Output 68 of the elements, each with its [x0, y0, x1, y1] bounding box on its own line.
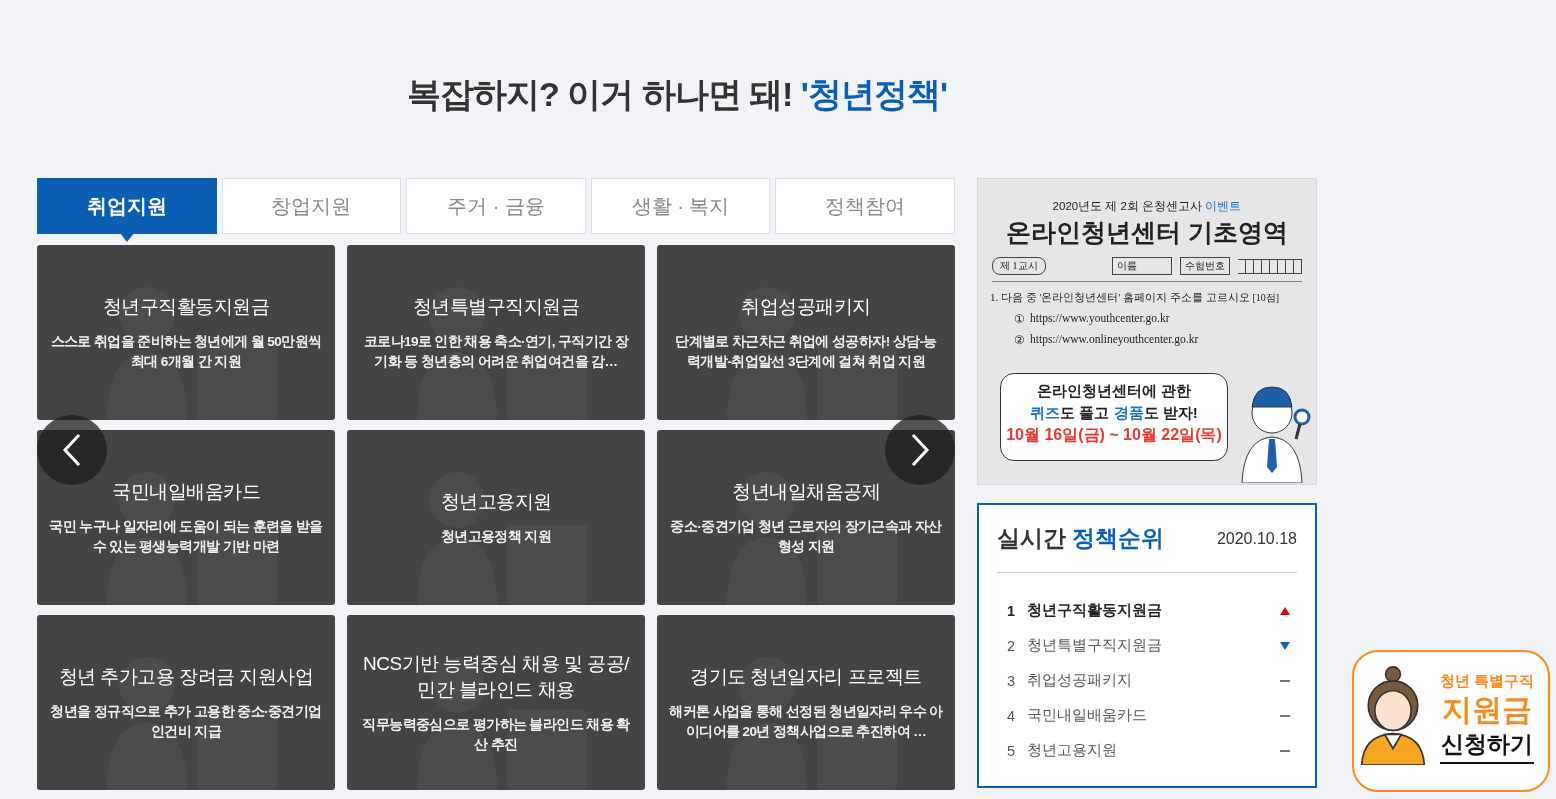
event-dates: 10월 16일(금) ~ 10월 22일(목)	[1005, 425, 1223, 445]
policy-card[interactable]: 청년고용지원 청년고용정책 지원	[347, 430, 645, 605]
policy-card[interactable]: 청년구직활동지원금 스스로 취업을 준비하는 청년에게 월 50만원씩 최대 6개월 간 지원	[37, 245, 335, 420]
no-change-icon	[1280, 749, 1290, 752]
exam-period-label: 제 1교시	[992, 257, 1046, 275]
policy-link[interactable]: 취업성공패키지	[1027, 671, 1132, 690]
rank-number: 5	[1007, 742, 1017, 759]
card-title: NCS기반 능력중심 채용 및 공공/민간 블라인드 채용	[362, 651, 631, 702]
card-description: 스스로 취업을 준비하는 청년에게 월 50만원씩 최대 6개월 간 지원	[49, 332, 323, 371]
policy-card[interactable]: 청년내일채움공제 중소·중견기업 청년 근로자의 장기근속과 자산형성 지원	[657, 430, 955, 605]
policy-link[interactable]: 청년구직활동지원금	[1027, 601, 1162, 620]
card-description: 국민 누구나 일자리에 도움이 되는 훈련을 받을 수 있는 평생능력개발 기반 마련	[49, 517, 323, 556]
rank-number: 1	[1007, 602, 1017, 619]
card-title: 청년특별구직지원금	[412, 294, 580, 319]
card-description: 청년고용정책 지원	[440, 527, 552, 546]
category-tab[interactable]: 주거 · 금융	[406, 178, 586, 234]
rank-number: 3	[1007, 672, 1017, 689]
policy-link[interactable]: 국민내일배움카드	[1027, 706, 1147, 725]
number-grid-icon	[1238, 258, 1302, 274]
card-title: 경기도 청년일자리 프로젝트	[690, 664, 922, 689]
policy-card[interactable]: 국민내일배움카드 국민 누구나 일자리에 도움이 되는 훈련을 받을 수 있는 평생능력개발 기반 마련	[37, 430, 335, 605]
page-heading: 복잡하지? 이거 하나면 돼! '청년정책'	[405, 74, 949, 115]
banner-label: 청년 특별구직	[1439, 672, 1534, 691]
name-label: 이름	[1112, 257, 1172, 275]
card-title: 청년내일채움공제	[732, 479, 880, 504]
ranking-date: 2020.10.18	[1216, 529, 1297, 548]
rank-number: 2	[1007, 637, 1017, 654]
policy-card[interactable]: 취업성공패키지 단계별로 차근차근 취업에 성공하자! 상담-능력개발-취업알선 3단계에 걸쳐 취업 지원	[657, 245, 955, 420]
no-change-icon	[1280, 679, 1290, 682]
bubble-text: 퀴즈도 풀고 경품도 받자!	[1029, 403, 1199, 423]
policy-card[interactable]: 경기도 청년일자리 프로젝트 해커톤 사업을 통해 선정된 청년일자리 우수 아이디어를 20년 정책사업으로 추진하여 …	[657, 615, 955, 790]
card-description: 중소·중견기업 청년 근로자의 장기근속과 자산형성 지원	[669, 517, 943, 556]
card-title: 청년고용지원	[440, 489, 552, 514]
card-title: 청년 추가고용 장려금 지원사업	[58, 664, 314, 689]
card-description: 해커톤 사업을 통해 선정된 청년일자리 우수 아이디어를 20년 정책사업으로 추진하여 …	[669, 702, 943, 741]
ranking-title: 실시간 정책순위	[997, 524, 1165, 553]
policy-card[interactable]: NCS기반 능력중심 채용 및 공공/민간 블라인드 채용 직무능력중심으로 평가하는 블라인드 채용 확산 추진	[347, 615, 645, 790]
rank-up-icon	[1280, 606, 1290, 615]
banner-title: 지원금	[1440, 692, 1533, 728]
card-title: 국민내일배움카드	[112, 479, 260, 504]
policy-link[interactable]: 청년특별구직지원금	[1027, 636, 1162, 655]
card-description: 코로나19로 인한 채용 축소·연기, 구직기간 장기화 등 청년층의 어려운 취업여건을 감…	[362, 332, 630, 371]
option-number: ①	[1014, 312, 1025, 326]
policy-card[interactable]: 청년특별구직지원금 코로나19로 인한 채용 축소·연기, 구직기간 장기화 등 청년층의 어려운 취업여건을 감…	[347, 245, 645, 420]
number-label: 수험번호	[1180, 257, 1230, 275]
option-text: https://www.youthcenter.go.kr	[1030, 312, 1170, 326]
card-title: 청년구직활동지원금	[102, 294, 270, 319]
card-title: 취업성공패키지	[741, 294, 871, 319]
card-description: 단계별로 차근차근 취업에 성공하자! 상담-능력개발-취업알선 3단계에 걸쳐 취업 지원	[674, 332, 938, 371]
apply-label: 신청하기	[1439, 729, 1534, 764]
category-tab[interactable]: 정책참여	[775, 178, 955, 234]
banner-subtitle: 2020년도 제 2회 온청센고사 이벤트	[1051, 199, 1243, 214]
quiz-question: 1. 다음 중 '온라인청년센터' 홈페이지 주소를 고르시오 [10점]	[990, 290, 1281, 305]
rank-number: 4	[1007, 707, 1017, 724]
apply-banner[interactable]: 청년 특별구직 지원금 신청하기	[1352, 650, 1550, 792]
policy-link[interactable]: 청년고용지원	[1027, 741, 1117, 760]
card-description: 청년을 정규직으로 추가 고용한 중소·중견기업 인건비 지급	[49, 702, 323, 741]
rank-down-icon	[1280, 641, 1290, 650]
category-tab[interactable]: 창업지원	[221, 178, 402, 234]
option-number: ②	[1014, 333, 1025, 347]
policy-card[interactable]: 청년 추가고용 장려금 지원사업 청년을 정규직으로 추가 고용한 중소·중견기업 인건비 지급	[37, 615, 335, 790]
no-change-icon	[1280, 714, 1290, 717]
bubble-text: 온라인청년센터에 관한	[1035, 381, 1193, 401]
card-description: 직무능력중심으로 평가하는 블라인드 채용 확산 추진	[361, 715, 631, 754]
event-banner[interactable]	[977, 178, 1317, 485]
banner-headline: 온라인청년센터 기초영역	[1005, 218, 1289, 248]
category-tab[interactable]: 생활 · 복지	[590, 178, 771, 234]
option-text: https://www.onlineyouthcenter.go.kr	[1030, 333, 1199, 347]
